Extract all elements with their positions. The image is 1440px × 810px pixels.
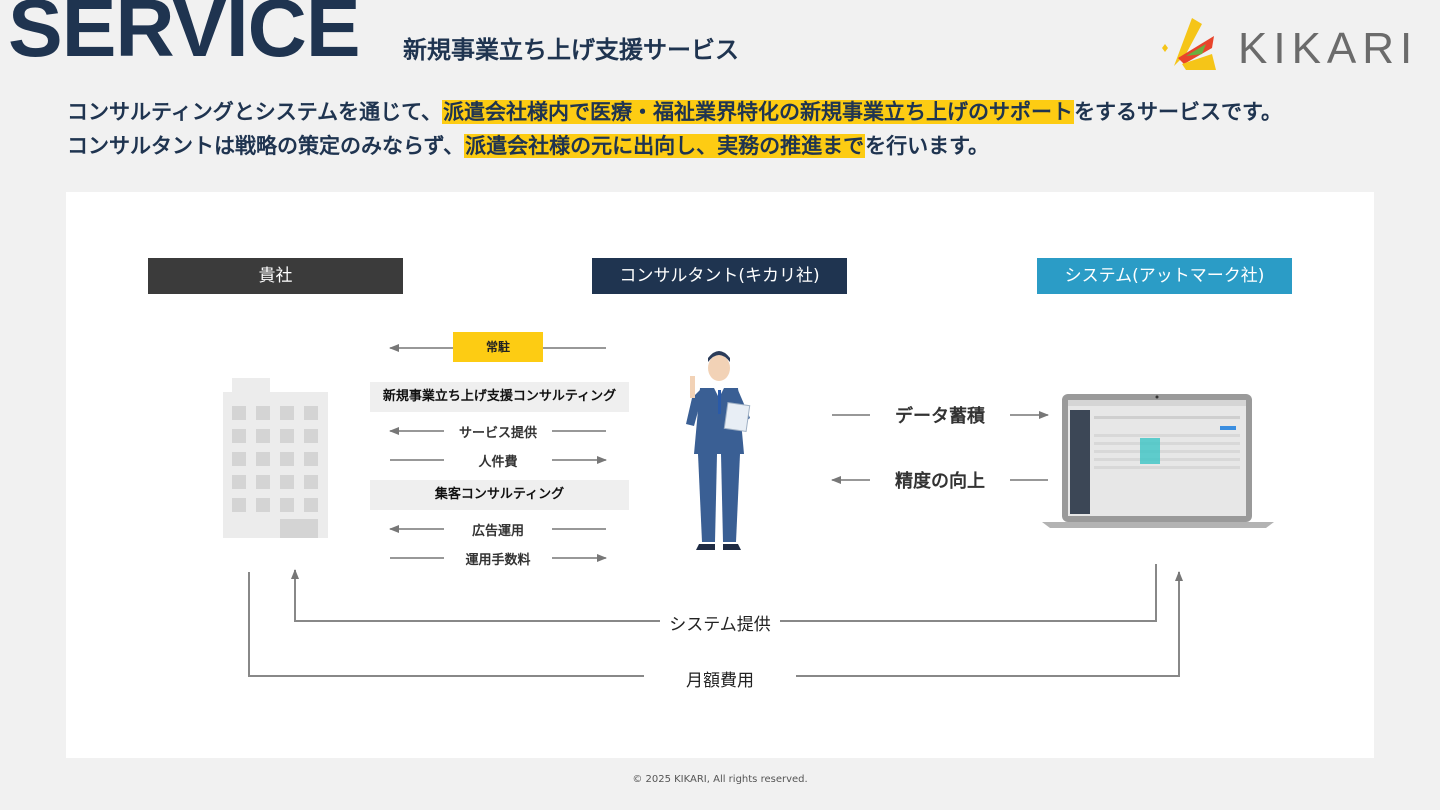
- intro-line-1-before: コンサルティングとシステムを通じて、: [67, 100, 443, 124]
- marketing-consulting-title: 集客コンサルティング: [370, 480, 629, 510]
- new-business-consulting-title: 新規事業立ち上げ支援コンサルティング: [370, 382, 629, 412]
- logo-text: KIKARI: [1238, 24, 1419, 73]
- intro-text: コンサルティングとシステムを通じて、派遣会社様内で医療・福祉業界特化の新規事業立…: [67, 96, 1367, 164]
- intro-line-2-after: を行います。: [865, 134, 990, 158]
- data-accumulation-label: データ蓄積: [895, 406, 985, 427]
- laptop-icon: [1042, 394, 1274, 528]
- intro-line-1-after: をするサービスです。: [1074, 100, 1282, 124]
- kikari-logo: KIKARI: [1156, 14, 1418, 78]
- page-subtitle: 新規事業立ち上げ支援サービス: [403, 36, 739, 64]
- column-header-system: システム(アットマーク社): [1037, 258, 1292, 294]
- kikari-logo-mark-icon: [1162, 18, 1216, 70]
- ad-operation-label: 広告運用: [471, 524, 524, 539]
- stay-label: 常駐: [453, 332, 543, 362]
- accuracy-improvement-label: 精度の向上: [895, 471, 985, 492]
- service-provision-label: サービス提供: [458, 426, 537, 441]
- copyright-footer: © 2025 KIKARI, All rights reserved.: [632, 774, 808, 785]
- building-icon: [223, 378, 328, 538]
- consultant-person-icon: [686, 351, 751, 550]
- intro-line-2: コンサルタントは戦略の策定のみならず、派遣会社様の元に出向し、実務の推進までを行…: [67, 130, 1367, 164]
- operation-fee-label: 運用手数料: [465, 553, 531, 568]
- service-diagram-panel: 貴社 コンサルタント(キカリ社) システム(アットマーク社) 常駐 新規事業立ち…: [66, 192, 1374, 758]
- personnel-cost-label: 人件費: [478, 455, 518, 470]
- monthly-fee-label: 月額費用: [644, 666, 796, 691]
- column-header-consultant: コンサルタント(キカリ社): [592, 258, 847, 294]
- intro-line-1: コンサルティングとシステムを通じて、派遣会社様内で医療・福祉業界特化の新規事業立…: [67, 96, 1367, 130]
- column-header-client: 貴社: [148, 258, 403, 294]
- intro-line-2-before: コンサルタントは戦略の策定のみならず、: [67, 134, 465, 158]
- system-provision-label: システム提供: [660, 610, 780, 635]
- page-title: SERVICE: [8, 0, 361, 74]
- intro-line-1-highlight: 派遣会社様内で医療・福祉業界特化の新規事業立ち上げのサポート: [442, 100, 1075, 124]
- intro-line-2-highlight: 派遣会社様の元に出向し、実務の推進まで: [464, 134, 866, 158]
